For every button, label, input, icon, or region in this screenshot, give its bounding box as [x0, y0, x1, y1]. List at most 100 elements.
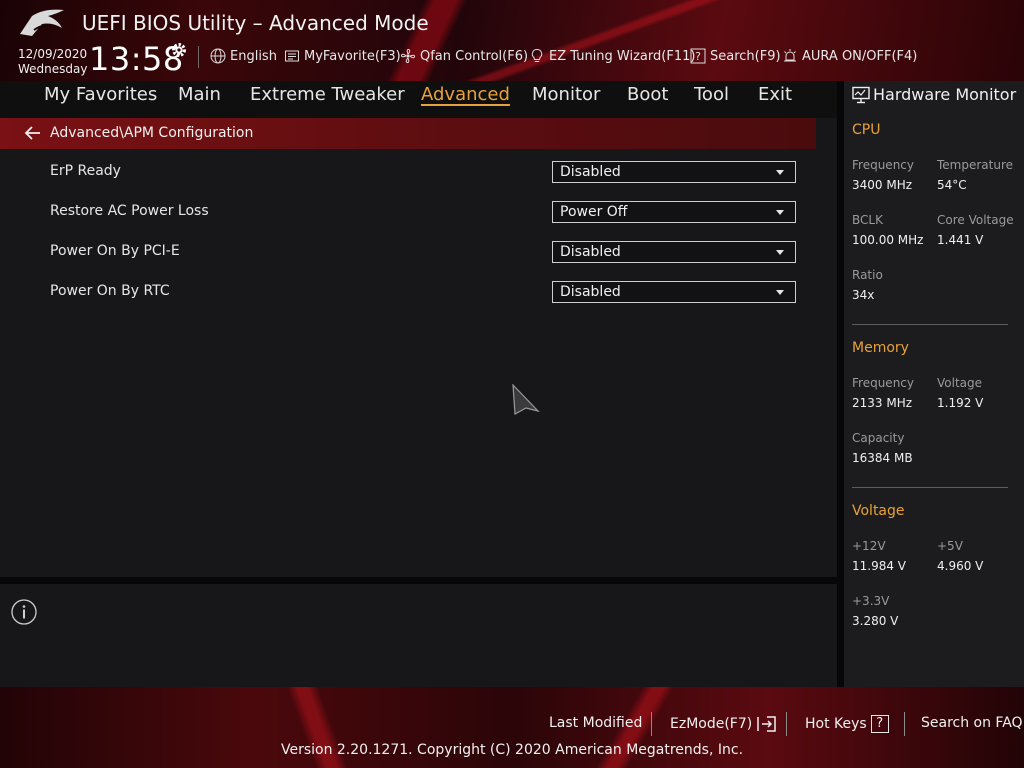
globe-icon — [210, 48, 226, 64]
hw-capacity-value: 16384 MB — [852, 451, 913, 465]
power-on-rtc-dropdown[interactable]: Disabled — [552, 281, 796, 303]
hw-33v-label: +3.3V — [852, 594, 890, 608]
aura-label: AURA ON/OFF(F4) — [802, 48, 918, 64]
hw-cpu-temperature-value: 54°C — [937, 178, 967, 192]
settings-panel — [0, 118, 837, 577]
app-title: UEFI BIOS Utility – Advanced Mode — [82, 11, 429, 35]
help-box-icon: ? — [870, 715, 889, 733]
ezmode-button[interactable]: EzMode(F7) — [670, 715, 778, 733]
search-help-icon: ? — [690, 48, 706, 64]
erp-ready-value: Disabled — [560, 164, 621, 180]
myfavorite-label: MyFavorite(F3) — [304, 48, 401, 64]
fan-icon — [400, 48, 416, 64]
setting-label-restore-ac: Restore AC Power Loss — [50, 203, 209, 219]
search-button[interactable]: ? Search(F9) — [690, 47, 781, 65]
hw-cpu-frequency-label: Frequency — [852, 158, 914, 172]
tab-exit[interactable]: Exit — [758, 84, 792, 105]
tab-boot[interactable]: Boot — [627, 84, 668, 105]
hw-core-voltage-value: 1.441 V — [937, 233, 984, 247]
qfan-button[interactable]: Qfan Control(F6) — [400, 47, 528, 65]
hw-divider — [852, 487, 1008, 488]
search-faq-label: Search on FAQ — [921, 715, 1023, 731]
ezmode-label: EzMode(F7) — [670, 716, 753, 732]
help-info-panel — [0, 584, 837, 687]
hw-memory-voltage-label: Voltage — [937, 376, 983, 390]
header-separator — [198, 46, 199, 68]
ez-tuning-button[interactable]: EZ Tuning Wizard(F11) — [529, 47, 695, 65]
setting-label-erp-ready: ErP Ready — [50, 163, 121, 179]
weekday-text: Wednesday — [18, 62, 88, 76]
hw-memory-voltage-value: 1.192 V — [937, 396, 984, 410]
column-separator — [837, 81, 844, 687]
search-label: Search(F9) — [710, 48, 781, 64]
language-label: English — [230, 48, 277, 64]
hw-memory-frequency-value: 2133 MHz — [852, 396, 913, 410]
version-text: Version 2.20.1271. Copyright (C) 2020 Am… — [280, 742, 744, 758]
hw-bclk-value: 100.00 MHz — [852, 233, 924, 247]
hw-cpu-frequency-value: 3400 MHz — [852, 178, 913, 192]
chevron-down-icon — [776, 290, 784, 295]
back-arrow-icon[interactable] — [24, 125, 42, 141]
tab-my-favorites[interactable]: My Favorites — [44, 84, 157, 105]
panel-divider — [0, 577, 837, 584]
exit-to-ezmode-icon — [757, 716, 776, 732]
chevron-down-icon — [776, 250, 784, 255]
hardware-monitor-title: Hardware Monitor — [873, 85, 1017, 104]
chevron-down-icon — [776, 170, 784, 175]
monitor-icon — [852, 86, 870, 104]
restore-ac-value: Power Off — [560, 204, 628, 220]
setting-label-power-on-pcie: Power On By PCI-E — [50, 243, 180, 259]
favorite-icon — [285, 50, 299, 62]
footer-separator — [651, 712, 652, 736]
tab-tool[interactable]: Tool — [694, 84, 729, 105]
date-display: 12/09/2020 Wednesday — [18, 47, 87, 77]
power-on-pcie-dropdown[interactable]: Disabled — [552, 241, 796, 263]
ez-tuning-label: EZ Tuning Wizard(F11) — [549, 48, 696, 64]
hw-ratio-value: 34x — [852, 288, 875, 302]
hw-divider — [852, 324, 1008, 325]
rog-logo-icon — [20, 9, 64, 36]
last-modified-label: Last Modified — [549, 715, 643, 731]
setting-label-power-on-rtc: Power On By RTC — [50, 283, 170, 299]
hw-33v-value: 3.280 V — [852, 614, 899, 628]
erp-ready-dropdown[interactable]: Disabled — [552, 161, 796, 183]
mouse-cursor-icon — [512, 384, 540, 415]
hotkeys-label: Hot Keys — [805, 716, 867, 732]
date-text: 12/09/2020 — [18, 47, 88, 61]
hw-voltage-heading: Voltage — [852, 503, 905, 519]
last-modified-button[interactable]: Last Modified — [549, 715, 642, 731]
chevron-down-icon — [776, 210, 784, 215]
tab-advanced[interactable]: Advanced — [421, 84, 510, 105]
power-on-pcie-value: Disabled — [560, 244, 621, 260]
hw-capacity-label: Capacity — [852, 431, 905, 445]
aura-icon — [784, 49, 796, 62]
hw-cpu-heading: CPU — [852, 122, 881, 138]
footer-separator — [786, 712, 787, 736]
hw-memory-heading: Memory — [852, 340, 909, 356]
restore-ac-dropdown[interactable]: Power Off — [552, 201, 796, 223]
myfavorite-button[interactable]: MyFavorite(F3) — [284, 47, 401, 65]
tab-monitor[interactable]: Monitor — [532, 84, 600, 105]
footer-separator — [904, 712, 905, 736]
hw-memory-frequency-label: Frequency — [852, 376, 914, 390]
hotkeys-button[interactable]: Hot Keys ? — [805, 715, 889, 733]
tab-extreme-tweaker[interactable]: Extreme Tweaker — [250, 84, 405, 105]
hw-12v-label: +12V — [852, 539, 886, 553]
hw-bclk-label: BCLK — [852, 213, 883, 227]
gear-icon[interactable] — [170, 41, 188, 59]
power-on-rtc-value: Disabled — [560, 284, 621, 300]
svg-text:?: ? — [695, 50, 701, 63]
breadcrumb: Advanced\APM Configuration — [50, 125, 254, 141]
info-icon — [11, 599, 37, 625]
lightbulb-icon — [531, 48, 543, 62]
hw-cpu-temperature-label: Temperature — [937, 158, 1014, 172]
hw-core-voltage-label: Core Voltage — [937, 213, 1014, 227]
search-faq-button[interactable]: Search on FAQ — [921, 715, 1023, 731]
aura-button[interactable]: AURA ON/OFF(F4) — [782, 47, 917, 65]
tab-main[interactable]: Main — [178, 84, 221, 105]
qfan-label: Qfan Control(F6) — [420, 48, 529, 64]
hw-5v-label: +5V — [937, 539, 963, 553]
language-button[interactable]: English — [210, 47, 277, 65]
hw-12v-value: 11.984 V — [852, 559, 907, 573]
hw-ratio-label: Ratio — [852, 268, 883, 282]
